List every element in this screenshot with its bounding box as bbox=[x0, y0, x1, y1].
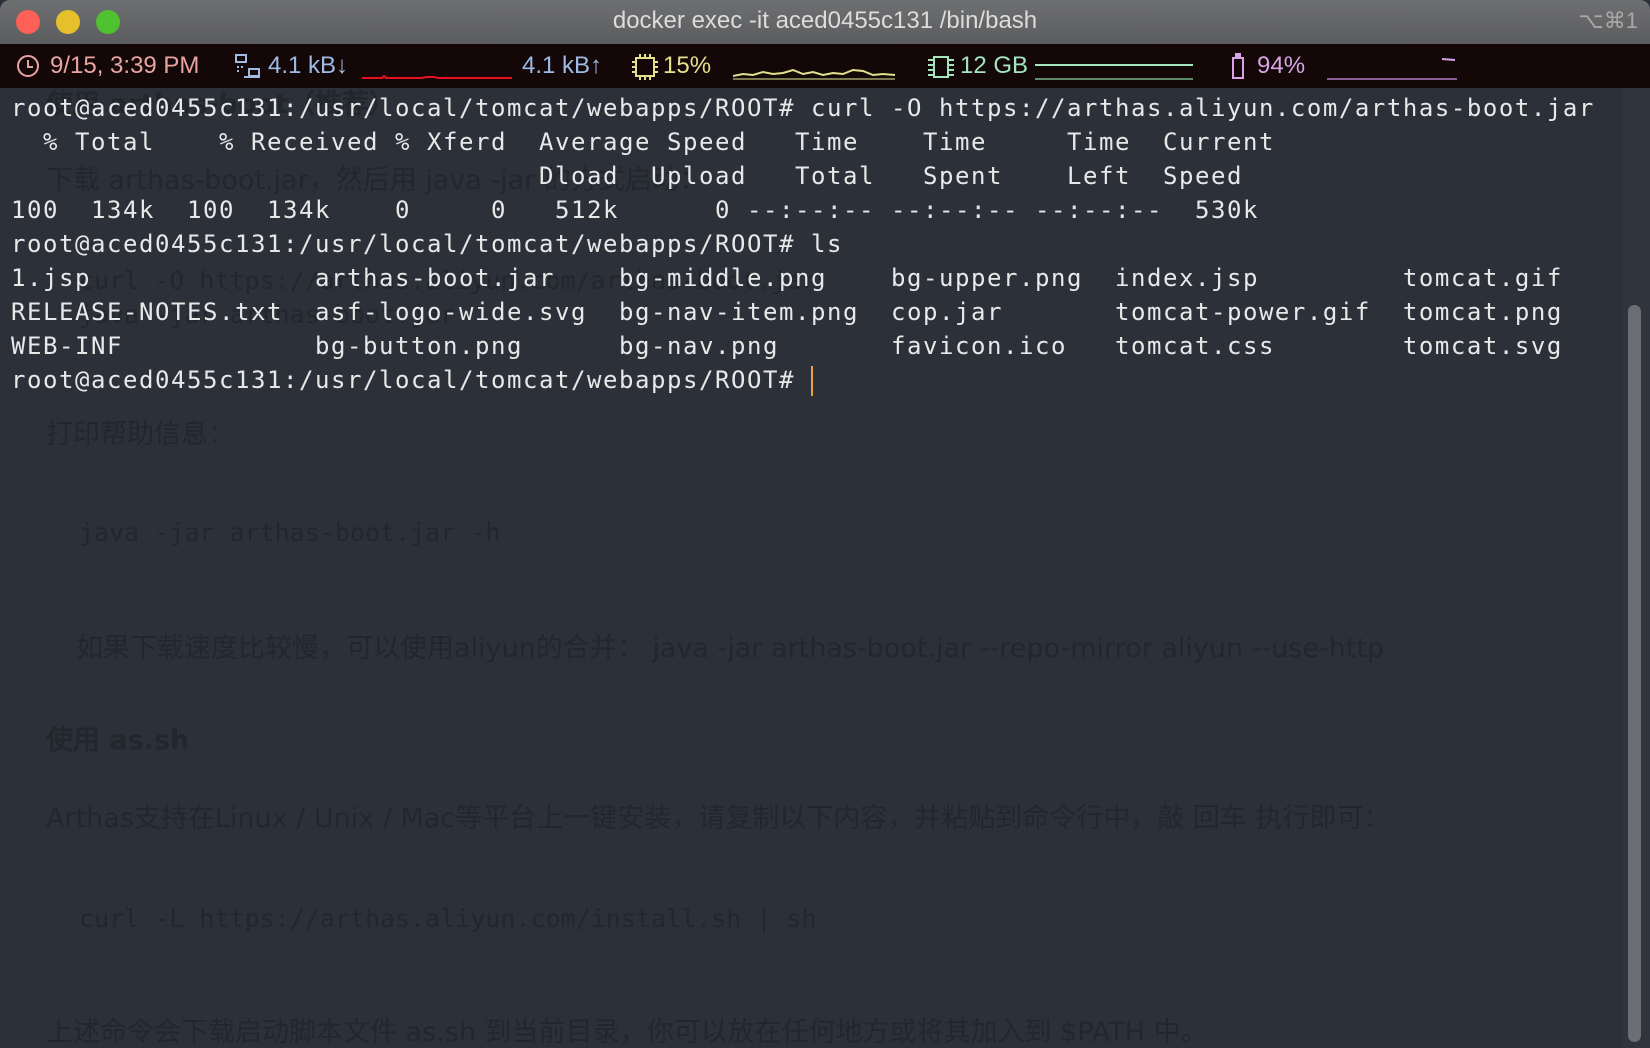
terminal-line: root@aced0455c131:/usr/local/tomcat/weba… bbox=[11, 94, 1595, 122]
clock-icon bbox=[17, 55, 39, 77]
terminal-line: RELEASE-NOTES.txt asf-logo-wide.svg bg-n… bbox=[11, 298, 1563, 326]
clock-text: 9/15, 3:39 PM bbox=[50, 52, 200, 79]
ghost-text: Arthas支持在Linux / Unix / Mac等平台上一键安装，请复制以… bbox=[46, 803, 1391, 834]
ghost-heading: 使用 as.sh bbox=[46, 725, 190, 756]
terminal-line: 1.jsp arthas-boot.jar bg-middle.png bg-u… bbox=[11, 264, 1563, 292]
battery-graph bbox=[1327, 58, 1457, 80]
memory-text: 12 GB bbox=[960, 52, 1029, 79]
cpu-chip-icon bbox=[632, 54, 658, 80]
cpu-text: 15% bbox=[663, 52, 712, 79]
ghost-bullet: 如果下载速度比较慢，可以使用aliyun的合并： java -jar artha… bbox=[76, 633, 1385, 664]
cpu-graph bbox=[733, 68, 896, 80]
battery-icon bbox=[1232, 53, 1244, 79]
text-cursor bbox=[810, 366, 813, 396]
terminal-output[interactable]: root@aced0455c131:/usr/local/tomcat/weba… bbox=[11, 91, 1595, 397]
ghost-text: 打印帮助信息： bbox=[46, 419, 235, 450]
terminal-prompt-line[interactable]: root@aced0455c131:/usr/local/tomcat/weba… bbox=[11, 363, 1595, 397]
memory-graph bbox=[1035, 64, 1193, 80]
ghost-code: curl -L https://arthas.aliyun.com/instal… bbox=[79, 904, 817, 933]
network-graph bbox=[362, 74, 512, 79]
network-icon bbox=[235, 54, 260, 78]
ghost-code: java -jar arthas-boot.jar -h bbox=[79, 518, 501, 547]
terminal-line: WEB-INF bg-button.png bg-nav.png favicon… bbox=[11, 332, 1563, 360]
prompt: root@aced0455c131:/usr/local/tomcat/weba… bbox=[11, 366, 811, 394]
terminal-line: Dload Upload Total Spent Left Speed bbox=[11, 162, 1243, 190]
network-down: 4.1 kB↓ bbox=[268, 52, 349, 79]
title-bar: docker exec -it aced0455c131 /bin/bash ⌥… bbox=[0, 0, 1650, 44]
battery-text: 94% bbox=[1257, 52, 1306, 79]
terminal-line: % Total % Received % Xferd Average Speed… bbox=[11, 128, 1275, 156]
network-up: 4.1 kB↑ bbox=[522, 52, 603, 79]
scrollbar-thumb[interactable] bbox=[1628, 305, 1641, 1042]
terminal-line: 100 134k 100 134k 0 0 512k 0 --:--:-- --… bbox=[11, 196, 1259, 224]
terminal-line: root@aced0455c131:/usr/local/tomcat/weba… bbox=[11, 230, 843, 258]
ghost-text: 上述命令会下载启动脚本文件 as.sh 到当前目录，你可以放在任何地方或将其加入… bbox=[46, 1017, 1208, 1048]
memory-icon bbox=[928, 56, 954, 78]
tab-shortcut: ⌥⌘1 bbox=[1578, 8, 1638, 33]
window-title: docker exec -it aced0455c131 /bin/bash bbox=[612, 7, 1038, 34]
